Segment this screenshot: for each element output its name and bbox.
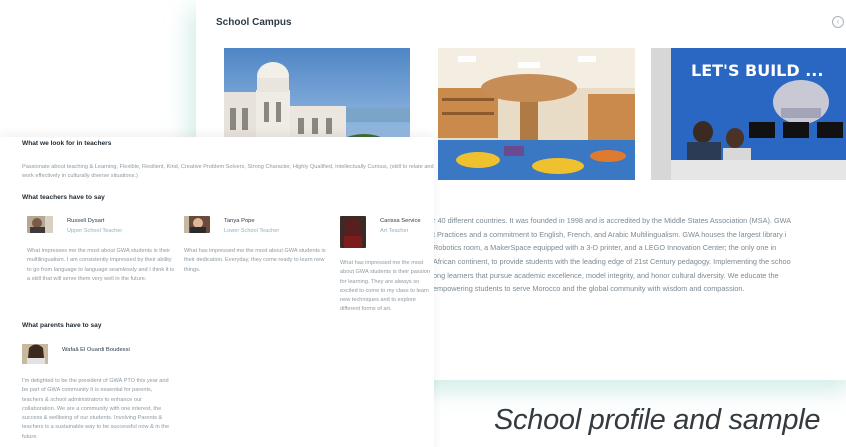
- teacher-quote: What has impressed me the most about GWA…: [340, 260, 430, 313]
- campus-text-line: ong learners that pursue academic excell…: [433, 270, 779, 280]
- teacher-role: Art Teacher: [380, 228, 409, 234]
- teacher-avatar: [340, 216, 366, 248]
- teacher-role: Upper School Teacher: [67, 228, 123, 234]
- look-for-body: Passionate about teaching & Learning, Fl…: [22, 164, 434, 180]
- teacher-quote: What has impressed me the most about GWA…: [184, 248, 326, 273]
- campus-title: School Campus: [216, 17, 292, 28]
- makerspace-photo: LET'S BUILD ...: [651, 48, 846, 180]
- teachers-card: What we look for in teachers Passionate …: [0, 137, 434, 447]
- teacher-name: Carissa Service: [380, 218, 421, 224]
- parents-heading: What parents have to say: [22, 322, 102, 329]
- library-tree-photo: [438, 48, 635, 180]
- campus-text-line: r 40 different countries. It was founded…: [433, 216, 792, 225]
- teacher-name: Russell Dysart: [67, 218, 105, 224]
- teacher-avatar: [184, 216, 210, 233]
- teacher-role: Lower School Teacher: [224, 228, 280, 234]
- campus-text-line: African continent, to provide students w…: [433, 257, 791, 267]
- campus-text-line: Robotics room, a MakerSpace equipped wit…: [433, 243, 777, 253]
- teacher-quote: What impresses me the most about GWA stu…: [27, 248, 175, 282]
- campus-text-line: empowering students to serve Morocco and…: [433, 284, 745, 294]
- svg-text:LET'S BUILD ...: LET'S BUILD ...: [691, 61, 823, 80]
- look-for-heading: What we look for in teachers: [22, 140, 112, 147]
- teacher-name: Tanya Pope: [224, 218, 255, 224]
- campus-description: r 40 different countries. It was founded…: [433, 214, 846, 296]
- carousel-prev-icon[interactable]: ‹: [832, 16, 844, 28]
- parent-avatar: [22, 344, 48, 364]
- parent-name: Wafaâ El Ouardi Boudessi: [62, 347, 130, 353]
- teacher-avatar: [27, 216, 53, 233]
- teachers-heading: What teachers have to say: [22, 194, 105, 201]
- parent-quote: I'm delighted to be the president of GWA…: [22, 378, 170, 440]
- campus-text-line: t Practices and a commitment to English,…: [433, 229, 787, 239]
- profile-caption: School profile and sample: [494, 404, 821, 436]
